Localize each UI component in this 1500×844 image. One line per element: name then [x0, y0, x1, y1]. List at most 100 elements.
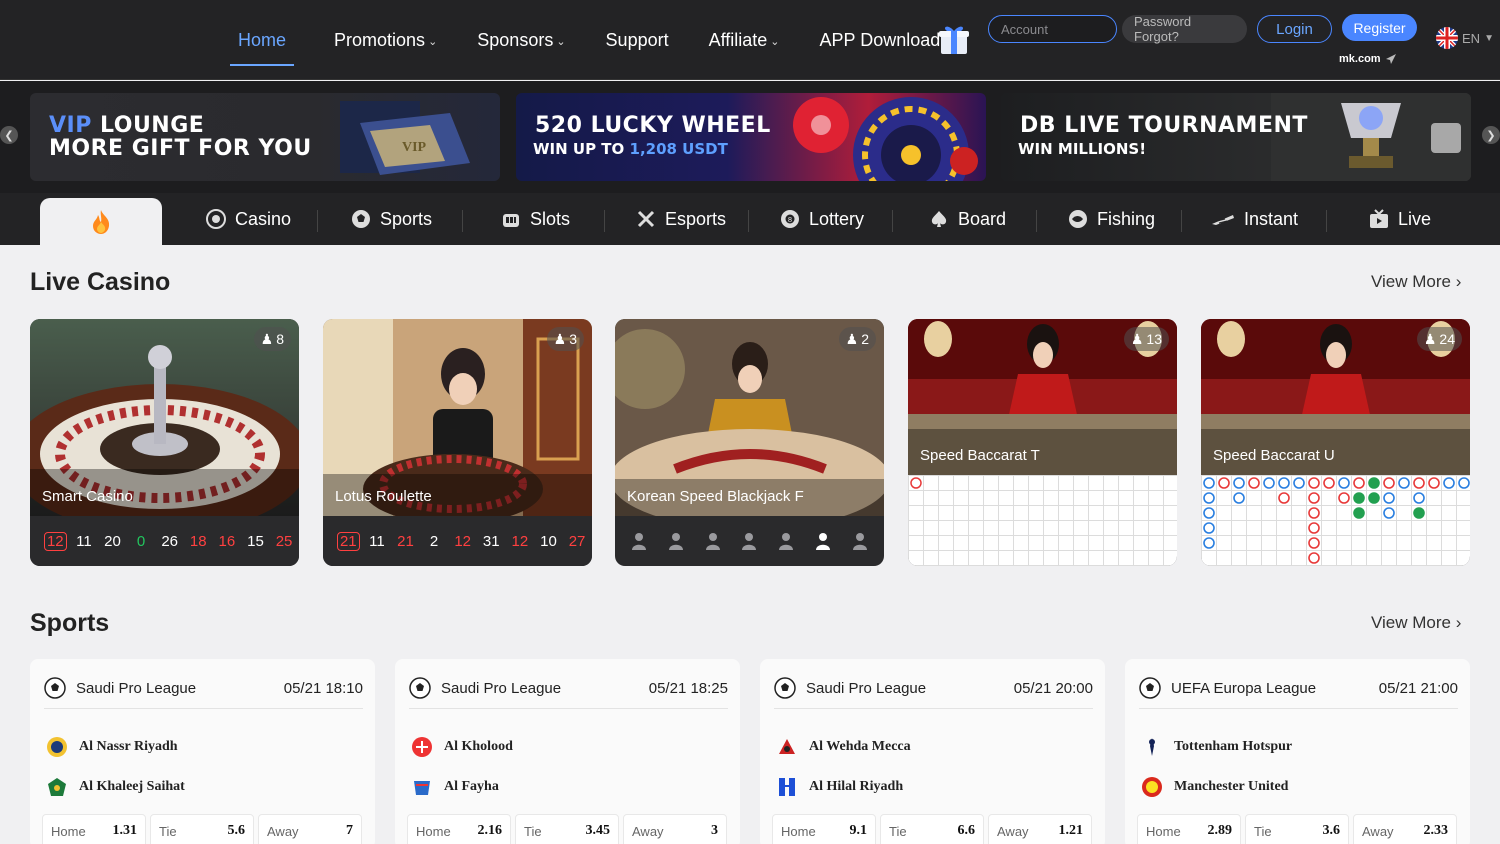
odds-button-away[interactable]: Away 3	[623, 814, 727, 844]
odds-button-away[interactable]: Away 1.21	[988, 814, 1092, 844]
live-casino-view-more[interactable]: View More ›	[1371, 272, 1461, 292]
seat-icon[interactable]	[739, 531, 759, 551]
odds-value: 2.89	[1207, 823, 1233, 838]
seat-icon[interactable]	[666, 531, 686, 551]
roadmap-mark	[1338, 492, 1350, 504]
roadmap-mark	[1203, 537, 1215, 549]
tab-esports[interactable]: Esports	[636, 193, 726, 245]
tab-casino[interactable]: Casino	[206, 193, 291, 245]
roadmap-mark	[1383, 477, 1395, 489]
match-time: 05/21 18:25	[648, 679, 728, 697]
match-card[interactable]: Saudi Pro League 05/21 18:10 Al Nassr Ri…	[30, 659, 375, 844]
divider	[1181, 210, 1182, 232]
login-button[interactable]: Login	[1257, 15, 1332, 43]
odds-button-away[interactable]: Away 7	[258, 814, 362, 844]
tab-fishing[interactable]: Fishing	[1068, 193, 1155, 245]
view-more-label: View More	[1371, 272, 1451, 291]
language-selector[interactable]: EN ▼	[1436, 27, 1494, 49]
match-time: 05/21 20:00	[1013, 679, 1093, 697]
live-table-card[interactable]: ♟ 2 Korean Speed Blackjack F	[615, 319, 884, 566]
banner-lucky-wheel[interactable]: 520 LUCKY WHEEL WIN UP TO 1,208 USDT	[516, 93, 986, 181]
live-table-card[interactable]: ♟ 13 Speed Baccarat T	[908, 319, 1177, 566]
player-count: 2	[861, 331, 869, 347]
roadmap-mark	[1353, 477, 1365, 489]
nav-promotions[interactable]: Promotions ⌄	[334, 0, 437, 66]
banner-vip-lounge[interactable]: VIP VIP LOUNGE MORE GIFT FOR YOU	[30, 93, 500, 181]
gift-icon[interactable]	[937, 22, 971, 56]
roadmap-mark	[1278, 492, 1290, 504]
user-icon: ♟	[553, 330, 567, 347]
password-forgot-label: Password Forgot?	[1134, 14, 1192, 44]
odds-button-home[interactable]: Home 9.1	[772, 814, 876, 844]
seat-icon[interactable]	[813, 531, 833, 551]
odds-button-tie[interactable]: Tie 5.6	[150, 814, 254, 844]
account-input[interactable]: Account	[988, 15, 1117, 43]
seat-icon[interactable]	[850, 531, 870, 551]
match-card[interactable]: Saudi Pro League 05/21 18:25 Al Kholood …	[395, 659, 740, 844]
nav-sponsors[interactable]: Sponsors ⌄	[477, 0, 565, 66]
chevron-down-icon: ⌄	[556, 36, 566, 48]
tab-instant[interactable]: Instant	[1211, 193, 1298, 245]
roadmap-mark	[1203, 492, 1215, 504]
result-value: 26	[161, 532, 179, 550]
register-button[interactable]: Register	[1342, 14, 1417, 41]
odds-label: Home	[1146, 823, 1181, 839]
odds-button-home[interactable]: Home 2.16	[407, 814, 511, 844]
sports-view-more[interactable]: View More ›	[1371, 613, 1461, 633]
match-card[interactable]: Saudi Pro League 05/21 20:00 Al Wehda Me…	[760, 659, 1105, 844]
odds-button-tie[interactable]: Tie 6.6	[880, 814, 984, 844]
tab-hot[interactable]	[40, 198, 162, 246]
nav-support[interactable]: Support	[606, 0, 669, 66]
tab-slots[interactable]: Slots	[501, 193, 570, 245]
tab-live[interactable]: Live	[1369, 193, 1431, 245]
roadmap-mark	[1308, 522, 1320, 534]
nav-app-download[interactable]: APP Download⌄	[820, 0, 953, 66]
player-count-badge: ♟ 2	[838, 327, 876, 351]
result-number: 12	[448, 533, 477, 550]
tab-sports[interactable]: Sports	[351, 193, 432, 245]
main-nav: Home Promotions ⌄ Sponsors ⌄ Support Affil…	[230, 0, 992, 80]
roadmap-mark	[1308, 537, 1320, 549]
odds-button-tie[interactable]: Tie 3.6	[1245, 814, 1349, 844]
away-team-logo-icon	[414, 781, 430, 795]
banner-db-tournament[interactable]: DB LIVE TOURNAMENT WIN MILLIONS!	[1001, 93, 1471, 181]
divider	[1036, 210, 1037, 232]
odds-button-home[interactable]: Home 1.31	[42, 814, 146, 844]
live-table-card[interactable]: ♟ 8 Smart Casino 12 11 20 0 26 18 16 15 25	[30, 319, 299, 566]
nav-home[interactable]: Home	[230, 0, 295, 66]
carousel-next-button[interactable]: ❯	[1482, 126, 1500, 144]
home-team: Tottenham Hotspur	[1141, 736, 1292, 758]
home-team: Al Kholood	[411, 736, 513, 758]
carousel-prev-button[interactable]: ❮	[0, 126, 18, 144]
roadmap-marks	[1203, 477, 1470, 564]
away-team-logo-icon	[48, 778, 66, 796]
user-icon: ♟	[845, 330, 859, 347]
live-table-card[interactable]: ♟ 24 Speed Baccarat U	[1201, 319, 1470, 566]
odds-button-tie[interactable]: Tie 3.45	[515, 814, 619, 844]
roadmap-mark	[1323, 477, 1335, 489]
seat-icon[interactable]	[629, 531, 649, 551]
live-table-card[interactable]: ♟ 3 Lotus Roulette 21 11 21 2 12 31 12 10 27	[323, 319, 592, 566]
seat-icon[interactable]	[776, 531, 796, 551]
table-name: Speed Baccarat T	[920, 447, 1040, 464]
seat-icon[interactable]	[703, 531, 723, 551]
roadmap-mark	[1203, 507, 1215, 519]
odds-button-away[interactable]: Away 2.33	[1353, 814, 1457, 844]
password-forgot-button[interactable]: Password Forgot?	[1122, 14, 1247, 44]
roadmap-mark	[1338, 477, 1350, 489]
result-number: 20	[98, 533, 127, 550]
nav-affiliate[interactable]: Affiliate ⌄	[709, 0, 780, 66]
result-value: 10	[540, 532, 557, 550]
tab-board[interactable]: Board	[929, 193, 1006, 245]
match-card[interactable]: UEFA Europa League 05/21 21:00 Tottenham…	[1125, 659, 1470, 844]
chevron-down-icon: ⌄	[770, 36, 780, 48]
nav-home-label: Home	[238, 30, 287, 50]
roadmap-mark	[1383, 507, 1395, 519]
odds-label: Away	[267, 823, 299, 839]
result-number: 27	[563, 533, 592, 550]
odds-button-home[interactable]: Home 2.89	[1137, 814, 1241, 844]
table-name: Speed Baccarat U	[1213, 447, 1335, 464]
tab-lottery[interactable]: 8 Lottery	[780, 193, 864, 245]
result-value: 12	[511, 532, 529, 550]
result-number: 25	[270, 533, 299, 550]
